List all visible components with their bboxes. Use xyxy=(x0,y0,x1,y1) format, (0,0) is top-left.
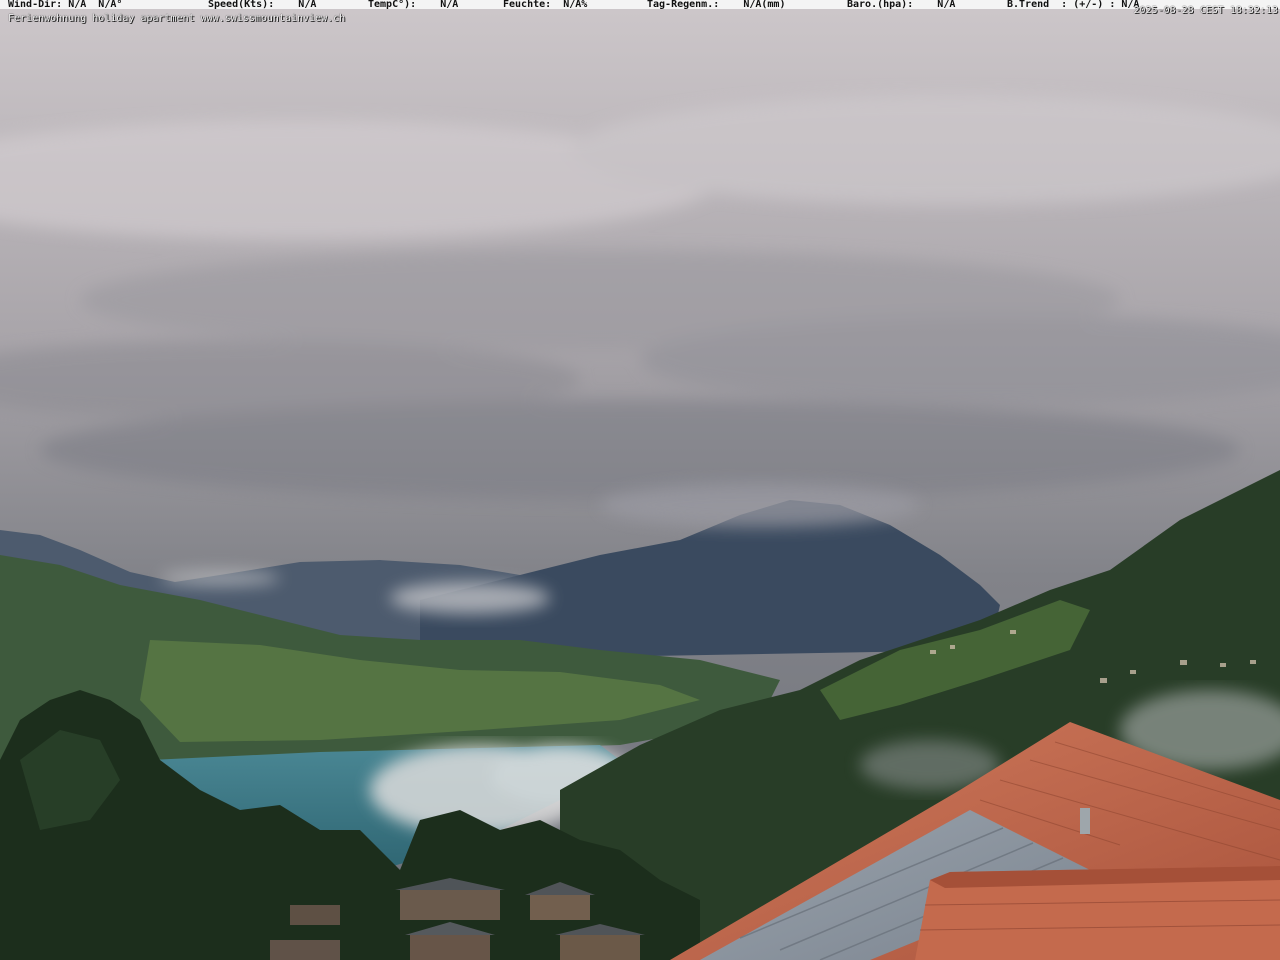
temperature-reading: TempC°): N/A xyxy=(368,0,459,9)
webcam-timestamp: 2025-08-28 CEST 18:32:13 xyxy=(1133,5,1279,16)
landscape-scene xyxy=(0,0,1280,960)
webcam-caption: Ferienwohnung holiday apartment www.swis… xyxy=(8,13,346,24)
barometer-reading: Baro.(hpa): N/A xyxy=(847,0,956,9)
rain-reading: Tag-Regenm.: N/A(mm) xyxy=(647,0,786,9)
chimney xyxy=(1080,808,1090,834)
webcam-frame: Wind-Dir: N/A N/A° Speed(Kts): N/A TempC… xyxy=(0,0,1280,960)
weather-status-bar: Wind-Dir: N/A N/A° Speed(Kts): N/A TempC… xyxy=(0,0,1280,9)
cloud-bands xyxy=(0,95,1280,500)
wind-speed-reading: Speed(Kts): N/A xyxy=(208,0,317,9)
wind-direction-reading: Wind-Dir: N/A N/A° xyxy=(8,0,123,9)
humidity-reading: Feuchte: N/A% xyxy=(503,0,588,9)
barometer-trend-reading: B.Trend : (+/-) : N/A xyxy=(1007,0,1140,9)
